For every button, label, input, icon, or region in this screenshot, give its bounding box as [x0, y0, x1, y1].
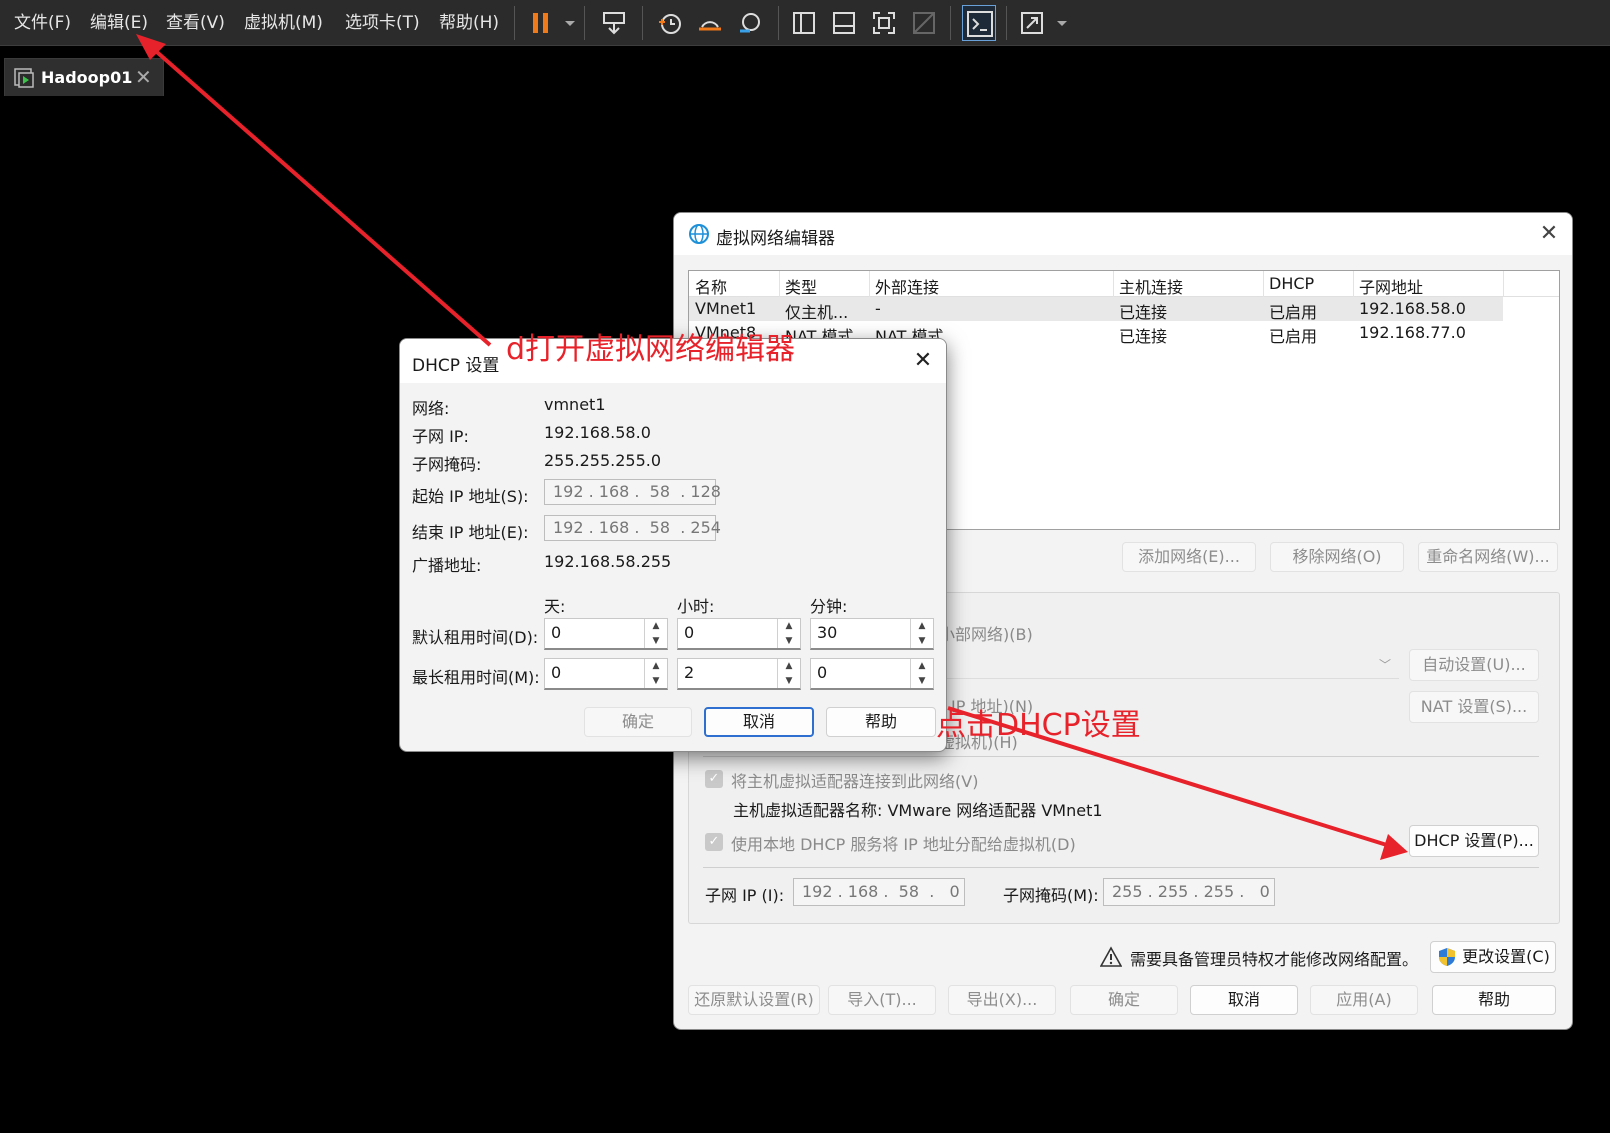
arrow-to-edit-menu: [136, 34, 492, 347]
annotation-overlay: [136, 34, 1408, 860]
annotation-click-dhcp-settings: 点击DHCP设置: [936, 708, 1141, 743]
annotation-open-network-editor: d打开虚拟网络编辑器: [506, 332, 796, 367]
